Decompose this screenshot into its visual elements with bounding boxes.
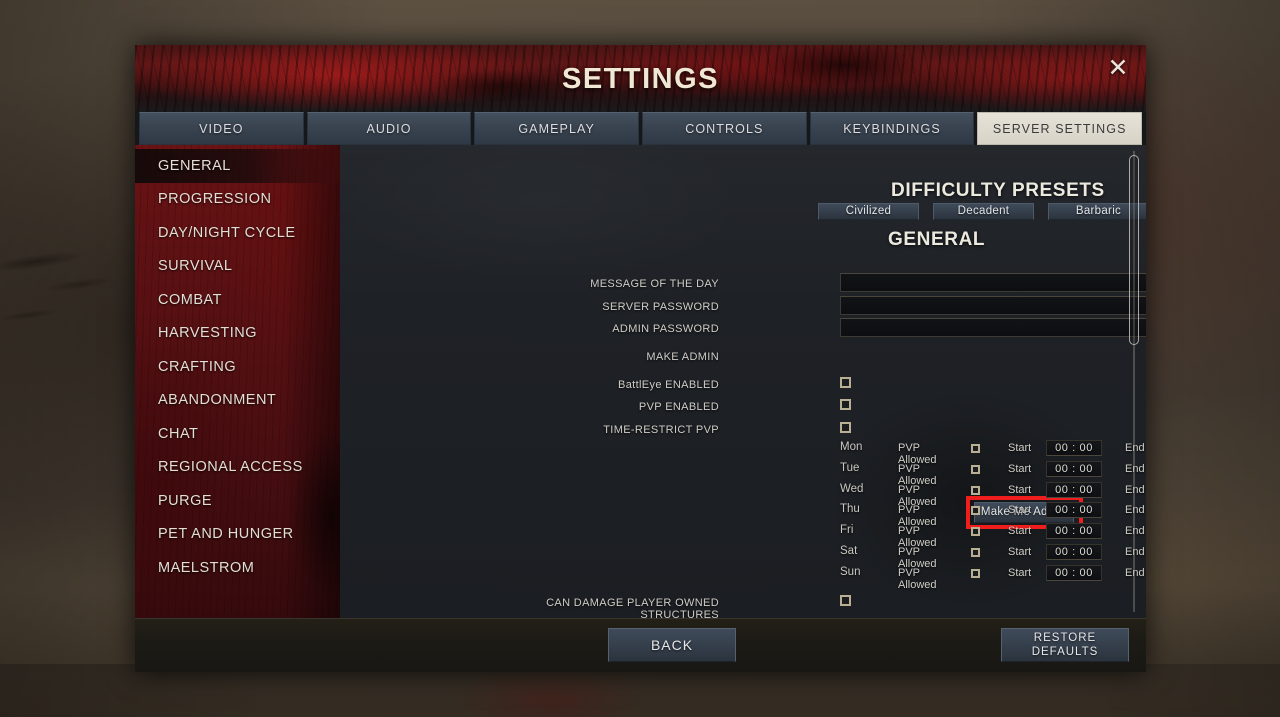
sidebar-item-abandonment[interactable]: ABANDONMENT: [135, 384, 340, 418]
settings-sidebar: GENERAL PROGRESSION DAY/NIGHT CYCLE SURV…: [135, 145, 340, 618]
general-section-heading: GENERAL: [888, 229, 986, 250]
restore-defaults-line1: RESTORE: [1033, 632, 1097, 644]
pvp-allowed-checkbox[interactable]: [971, 485, 980, 495]
pvp-day-label: Wed: [840, 482, 864, 495]
pvp-start-time-input[interactable]: 00 : 00: [1046, 523, 1102, 540]
sidebar-item-crafting[interactable]: CRAFTING: [135, 350, 340, 384]
tab-video[interactable]: VIDEO: [139, 112, 304, 145]
server-password-input[interactable]: [840, 296, 1146, 315]
scrollbar-thumb[interactable]: [1129, 155, 1139, 345]
pvp-start-label: Start: [1008, 566, 1032, 579]
sidebar-item-combat[interactable]: COMBAT: [135, 283, 340, 317]
can-damage-structures-checkbox[interactable]: [840, 595, 851, 606]
sidebar-item-pet-and-hunger[interactable]: PET AND HUNGER: [135, 518, 340, 552]
battleye-enabled-checkbox[interactable]: [840, 377, 851, 388]
dialog-footer: BACK RESTORE DEFAULTS: [135, 618, 1146, 672]
pvp-day-label: Mon: [840, 441, 863, 453]
time-restrict-pvp-label: TIME-RESTRICT PVP: [603, 424, 719, 436]
restore-defaults-button[interactable]: RESTORE DEFAULTS: [1001, 628, 1129, 662]
pvp-start-time-input[interactable]: 00 : 00: [1046, 502, 1102, 519]
pvp-allowed-label: PVP Allowed: [898, 566, 937, 591]
pvp-allowed-checkbox[interactable]: [971, 547, 980, 557]
pvp-start-time-input[interactable]: 00 : 00: [1046, 564, 1102, 581]
motd-label: MESSAGE OF THE DAY: [590, 278, 719, 290]
tab-server-settings[interactable]: SERVER SETTINGS: [977, 112, 1143, 145]
pvp-enabled-label: PVP ENABLED: [638, 401, 719, 413]
pvp-start-label: Start: [1008, 462, 1032, 475]
time-restrict-pvp-checkbox[interactable]: [840, 422, 851, 433]
pvp-enabled-checkbox[interactable]: [840, 399, 851, 410]
preset-button-decadent[interactable]: Decadent: [933, 203, 1034, 220]
sidebar-item-regional-access[interactable]: REGIONAL ACCESS: [135, 451, 340, 485]
sidebar-item-chat[interactable]: CHAT: [135, 417, 340, 451]
sidebar-item-progression[interactable]: PROGRESSION: [135, 183, 340, 217]
pvp-day-label: Tue: [840, 461, 860, 474]
settings-dialog: SETTINGS ✕ VIDEO AUDIO GAMEPLAY CONTROLS…: [135, 45, 1146, 672]
sidebar-item-day-night-cycle[interactable]: DAY/NIGHT CYCLE: [135, 216, 340, 250]
battleye-enabled-label: BattlEye ENABLED: [618, 379, 719, 391]
sidebar-item-maelstrom[interactable]: MAELSTROM: [135, 551, 340, 585]
pvp-allowed-checkbox[interactable]: [971, 444, 980, 453]
sidebar-item-purge[interactable]: PURGE: [135, 484, 340, 518]
dialog-header: SETTINGS ✕: [135, 45, 1146, 112]
page-title: SETTINGS: [561, 63, 719, 95]
pvp-allowed-checkbox[interactable]: [971, 568, 980, 578]
can-damage-structures-label: CAN DAMAGE PLAYER OWNED STRUCTURES: [546, 597, 719, 618]
pvp-start-time-input[interactable]: 00 : 00: [1046, 481, 1102, 498]
pvp-allowed-checkbox[interactable]: [971, 506, 980, 516]
sidebar-item-general[interactable]: GENERAL: [135, 149, 340, 183]
tab-keybindings[interactable]: KEYBINDINGS: [809, 112, 975, 145]
preset-button-civilized[interactable]: Civilized: [818, 203, 919, 220]
pvp-day-label: Fri: [840, 524, 854, 537]
motd-input[interactable]: [840, 273, 1146, 292]
server-password-label: SERVER PASSWORD: [602, 301, 719, 313]
content-scrollbar[interactable]: [1129, 151, 1139, 612]
admin-password-label: ADMIN PASSWORD: [612, 323, 719, 335]
sidebar-item-survival[interactable]: SURVIVAL: [135, 250, 340, 284]
tab-audio[interactable]: AUDIO: [306, 112, 472, 145]
tab-controls[interactable]: CONTROLS: [642, 112, 807, 145]
difficulty-presets-heading: DIFFICULTY PRESETS: [891, 180, 1105, 201]
make-admin-label: MAKE ADMIN: [646, 351, 719, 363]
pvp-start-time-input[interactable]: 00 : 00: [1046, 460, 1102, 477]
pvp-start-label: Start: [1008, 525, 1032, 538]
sidebar-item-harvesting[interactable]: HARVESTING: [135, 317, 340, 351]
admin-password-input[interactable]: [840, 318, 1146, 337]
pvp-allowed-checkbox[interactable]: [971, 527, 980, 537]
settings-content-panel: DIFFICULTY PRESETS DIFFICULTY Civilized …: [340, 145, 1146, 618]
pvp-day-label: Sun: [840, 565, 861, 578]
tab-gameplay[interactable]: GAMEPLAY: [474, 112, 640, 145]
pvp-day-label: Sat: [840, 544, 858, 557]
close-icon[interactable]: ✕: [1105, 56, 1131, 82]
pvp-start-time-input[interactable]: 00 : 00: [1046, 440, 1102, 456]
pvp-start-time-input[interactable]: 00 : 00: [1046, 543, 1102, 560]
difficulty-preset-row: Civilized Decadent Barbaric: [818, 203, 1146, 220]
pvp-day-label: Thu: [840, 503, 860, 516]
pvp-start-label: Start: [1008, 442, 1032, 454]
restore-defaults-line2: DEFAULTS: [1031, 646, 1099, 658]
pvp-start-label: Start: [1008, 545, 1032, 558]
pvp-allowed-checkbox[interactable]: [971, 464, 980, 474]
pvp-start-label: Start: [1008, 504, 1032, 517]
tab-bar: VIDEO AUDIO GAMEPLAY CONTROLS KEYBINDING…: [135, 112, 1146, 145]
back-button[interactable]: BACK: [608, 628, 736, 662]
pvp-start-label: Start: [1008, 483, 1032, 496]
dialog-body: GENERAL PROGRESSION DAY/NIGHT CYCLE SURV…: [135, 145, 1146, 618]
